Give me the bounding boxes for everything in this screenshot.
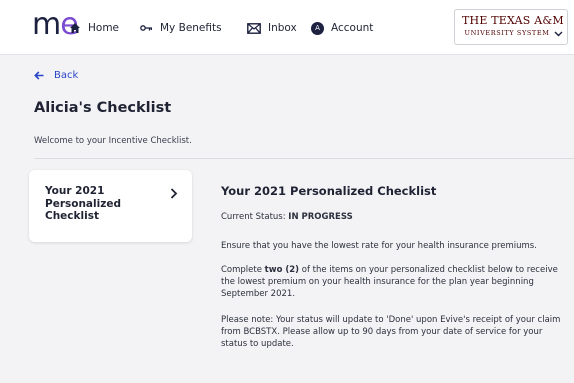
page-subtitle: Welcome to your Incentive Checklist.	[34, 136, 192, 146]
nav-home[interactable]: Home	[69, 19, 119, 37]
page-title: Alicia's Checklist	[34, 100, 172, 116]
p2-text-a: Complete	[221, 265, 265, 275]
info-paragraph-note: Please note: Your status will update to …	[221, 315, 561, 349]
top-navigation-bar: me Home My Benefits Inbox A Account THE …	[0, 0, 574, 55]
status-label: Current Status:	[221, 212, 289, 222]
status-line: Current Status: IN PROGRESS	[221, 212, 353, 222]
org-name-line1: THE TEXAS A&M	[462, 14, 564, 27]
home-icon	[69, 22, 81, 34]
back-link[interactable]: Back	[34, 70, 78, 81]
nav-my-benefits[interactable]: My Benefits	[140, 19, 222, 37]
account-icon: A	[311, 21, 324, 35]
nav-inbox[interactable]: Inbox	[247, 19, 297, 37]
nav-account-label: Account	[331, 22, 374, 34]
arrow-left-icon	[34, 71, 44, 80]
info-paragraph-premium: Ensure that you have the lowest rate for…	[221, 241, 537, 251]
key-icon	[140, 23, 153, 33]
nav-inbox-label: Inbox	[268, 22, 297, 34]
checklist-card[interactable]: Your 2021 Personalized Checklist	[29, 170, 192, 242]
chevron-down-icon	[554, 22, 563, 41]
nav-account[interactable]: A Account	[311, 19, 373, 37]
nav-my-benefits-label: My Benefits	[160, 22, 222, 34]
chevron-right-icon	[170, 184, 178, 203]
organization-selector[interactable]: THE TEXAS A&M UNIVERSITY SYSTEM	[454, 9, 568, 45]
p2-emphasis: two (2)	[264, 265, 300, 275]
checklist-card-title: Your 2021 Personalized Checklist	[45, 185, 121, 222]
checklist-heading: Your 2021 Personalized Checklist	[221, 184, 437, 198]
mail-icon	[247, 22, 261, 34]
info-paragraph-complete: Complete two (2) of the items on your pe…	[221, 264, 566, 300]
org-name-line2: UNIVERSITY SYSTEM	[464, 29, 550, 37]
status-value: IN PROGRESS	[288, 212, 353, 222]
logo-m: m	[32, 7, 61, 42]
nav-home-label: Home	[88, 22, 120, 34]
divider	[34, 158, 574, 159]
checklist-details: Your 2021 Personalized Checklist Current…	[221, 184, 566, 349]
account-initial: A	[311, 21, 324, 35]
back-label: Back	[54, 70, 79, 81]
